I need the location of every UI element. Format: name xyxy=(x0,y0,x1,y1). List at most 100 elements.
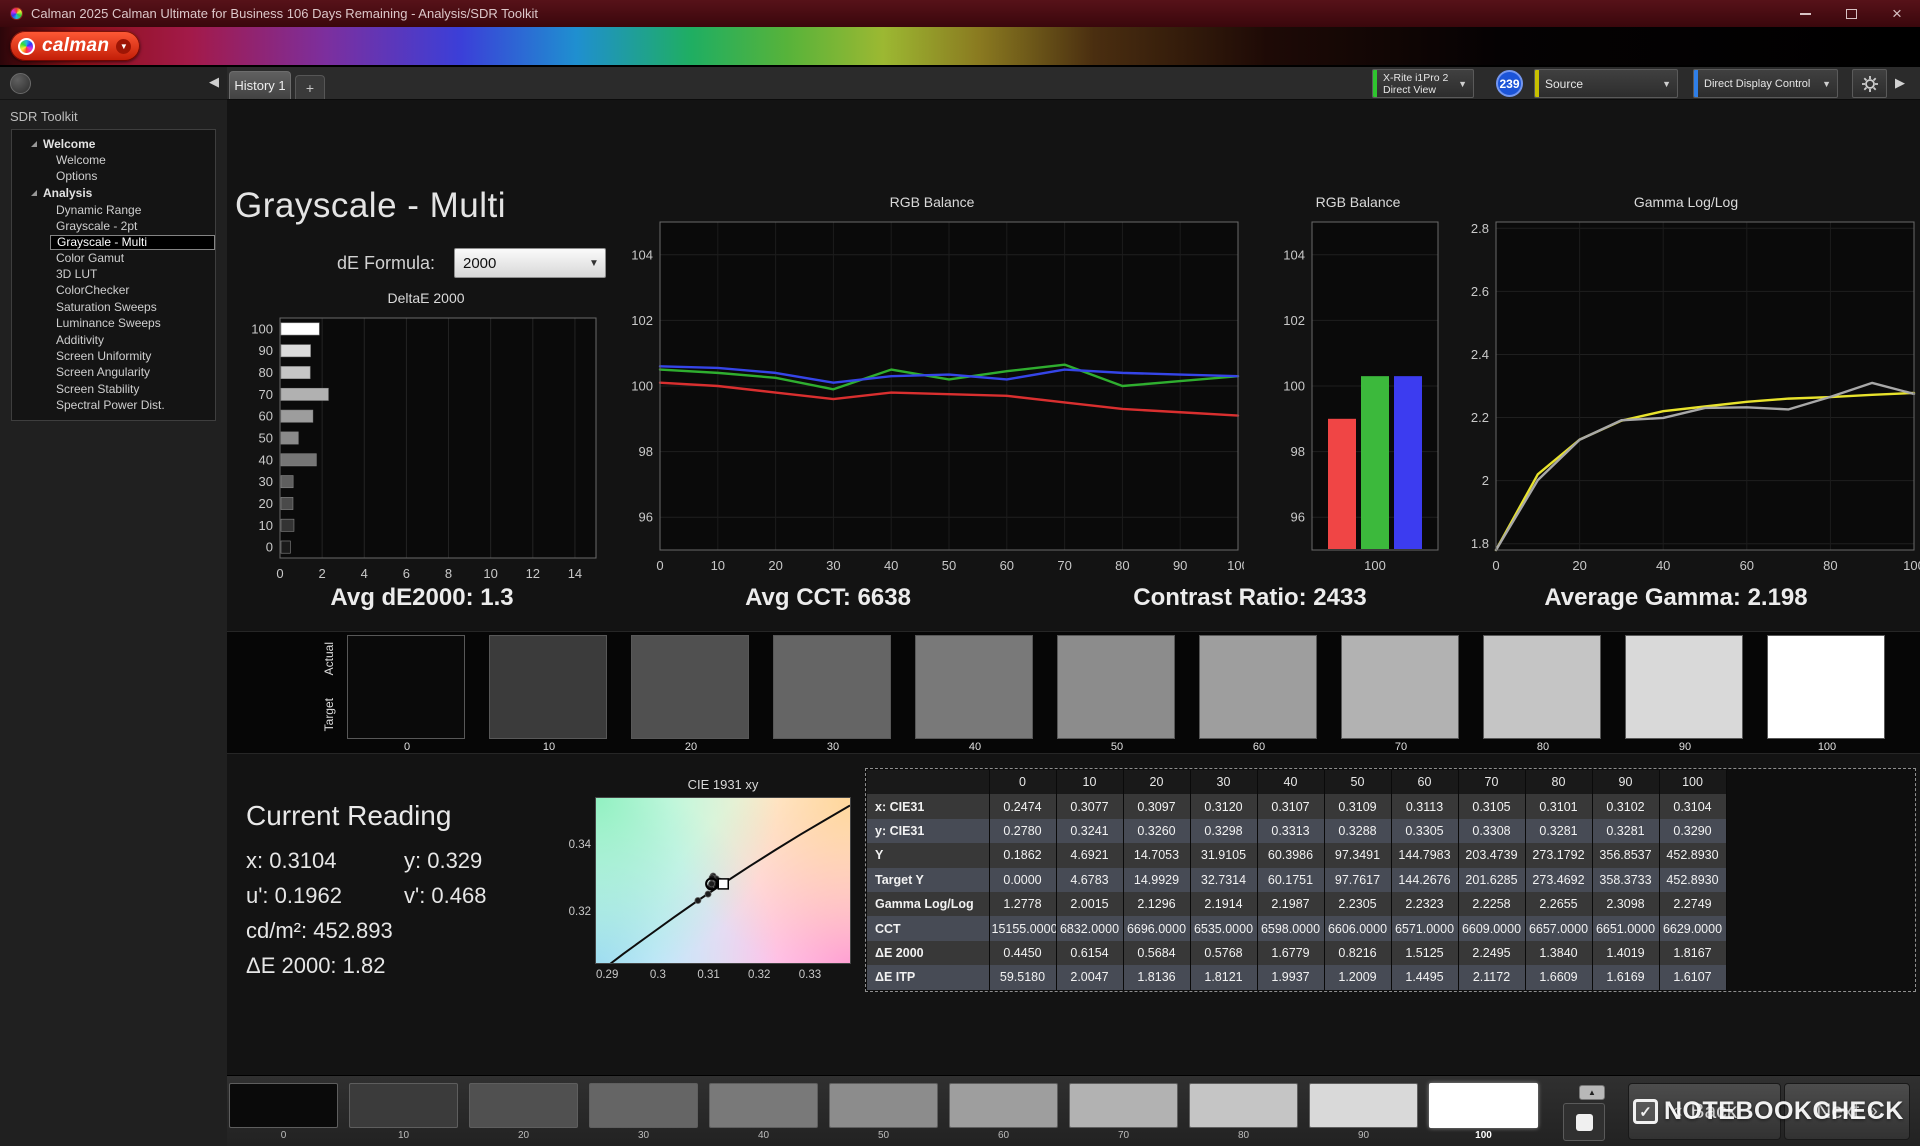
gray-patch-60[interactable] xyxy=(1199,635,1317,739)
gray-patch-100[interactable] xyxy=(1429,1083,1538,1128)
de-formula-select[interactable]: 2000 ▼ xyxy=(454,248,606,278)
meter-count-badge[interactable]: 239 xyxy=(1496,70,1523,97)
gray-patch-30[interactable] xyxy=(773,635,891,739)
column-header: 30 xyxy=(1190,770,1257,794)
gray-patch-label: 50 xyxy=(828,1130,939,1141)
display-control-label: Direct Display Control xyxy=(1698,78,1810,90)
sidebar-tree: WelcomeWelcomeOptionsAnalysisDynamic Ran… xyxy=(11,129,216,421)
cell: 203.4739 xyxy=(1458,843,1525,867)
tab-history-1[interactable]: History 1 xyxy=(229,71,291,99)
cell: 0.3281 xyxy=(1592,819,1659,843)
sidebar-item-color-gamut[interactable]: Color Gamut xyxy=(12,250,215,266)
sidebar-item-grayscale-multi[interactable]: Grayscale - Multi xyxy=(50,235,215,250)
patch-cell: 90 xyxy=(1308,1083,1419,1141)
sidebar-item-screen-stability[interactable]: Screen Stability xyxy=(12,381,215,397)
gray-patch-80[interactable] xyxy=(1483,635,1601,739)
cell: 6696.0000 xyxy=(1123,916,1190,940)
close-button[interactable]: × xyxy=(1874,0,1920,27)
svg-text:102: 102 xyxy=(1283,313,1305,328)
sidebar-item-luminance-sweeps[interactable]: Luminance Sweeps xyxy=(12,315,215,331)
gray-patch-90[interactable] xyxy=(1625,635,1743,739)
tree-group-welcome[interactable]: Welcome xyxy=(12,135,215,152)
svg-text:30: 30 xyxy=(826,558,840,573)
back-button[interactable]: « Back xyxy=(1628,1083,1781,1140)
gray-patch-40[interactable] xyxy=(915,635,1033,739)
page-title: Grayscale - Multi xyxy=(235,186,506,226)
sidebar-collapse-icon[interactable]: ◀ xyxy=(209,75,219,88)
expander-icon[interactable] xyxy=(31,141,37,147)
gray-patch-0[interactable] xyxy=(347,635,465,739)
cell: 59.5180 xyxy=(989,965,1056,989)
cell: 0.3288 xyxy=(1324,819,1391,843)
sidebar-item-options[interactable]: Options xyxy=(12,168,215,184)
chart-title: RGB Balance xyxy=(620,194,1244,216)
sidebar-item-grayscale-2pt[interactable]: Grayscale - 2pt xyxy=(12,218,215,234)
calman-logo-button[interactable]: calman ▼ xyxy=(10,31,140,61)
sidebar-item-dynamic-range[interactable]: Dynamic Range xyxy=(12,202,215,218)
gray-patch-label: 60 xyxy=(1199,741,1319,753)
cell: 14.7053 xyxy=(1123,843,1190,867)
gray-patch-50[interactable] xyxy=(829,1083,938,1128)
gray-patch-90[interactable] xyxy=(1309,1083,1418,1128)
panel-expand-icon[interactable]: ▶ xyxy=(1895,76,1905,89)
sidebar-item-screen-uniformity[interactable]: Screen Uniformity xyxy=(12,348,215,364)
sidebar-item-spectral-power-dist[interactable]: Spectral Power Dist. xyxy=(12,397,215,413)
cie-y-tick: 0.34 xyxy=(567,839,591,851)
patch-window-button[interactable] xyxy=(1563,1103,1605,1141)
minimize-button[interactable] xyxy=(1782,0,1828,27)
next-button[interactable]: Next » xyxy=(1784,1083,1910,1140)
sidebar-item-saturation-sweeps[interactable]: Saturation Sweeps xyxy=(12,299,215,315)
gray-patch-30[interactable] xyxy=(589,1083,698,1128)
svg-text:60: 60 xyxy=(259,409,273,424)
row-label: Target Y xyxy=(867,868,989,892)
cell: 0.3102 xyxy=(1592,794,1659,818)
cell: 144.7983 xyxy=(1391,843,1458,867)
patch-scroll-up-button[interactable]: ▲ xyxy=(1579,1085,1605,1100)
cie-x-tick: 0.33 xyxy=(799,969,821,981)
gray-patch-20[interactable] xyxy=(469,1083,578,1128)
cell: 0.4450 xyxy=(989,941,1056,965)
gray-patch-50[interactable] xyxy=(1057,635,1175,739)
svg-text:40: 40 xyxy=(259,452,273,467)
sidebar-item-welcome[interactable]: Welcome xyxy=(12,152,215,168)
gray-patch-60[interactable] xyxy=(949,1083,1058,1128)
de-formula-label: dE Formula: xyxy=(337,253,435,274)
patch-cell: 60 xyxy=(948,1083,1059,1141)
gray-patch-70[interactable] xyxy=(1069,1083,1178,1128)
sidebar-item-screen-angularity[interactable]: Screen Angularity xyxy=(12,364,215,380)
display-control-dropdown[interactable]: Direct Display Control ▼ xyxy=(1693,69,1838,98)
gray-patch-80[interactable] xyxy=(1189,1083,1298,1128)
gray-patch-0[interactable] xyxy=(229,1083,338,1128)
settings-button[interactable] xyxy=(1852,69,1887,98)
reading-u: u': 0.1962 xyxy=(246,884,404,907)
patch-cell: 80 xyxy=(1188,1083,1299,1141)
gray-patch-20[interactable] xyxy=(631,635,749,739)
sidebar-item-3d-lut[interactable]: 3D LUT xyxy=(12,266,215,282)
cell: 31.9105 xyxy=(1190,843,1257,867)
gray-patch-label: 40 xyxy=(708,1130,819,1141)
source-dropdown[interactable]: Source ▼ xyxy=(1534,69,1678,98)
logo-menu-caret-icon[interactable]: ▼ xyxy=(116,39,131,54)
gray-patch-label: 10 xyxy=(348,1130,459,1141)
sidebar-item-additivity[interactable]: Additivity xyxy=(12,332,215,348)
gray-patch-10[interactable] xyxy=(489,635,607,739)
cell: 0.3308 xyxy=(1458,819,1525,843)
gray-patch-100[interactable] xyxy=(1767,635,1885,739)
cell: 6598.0000 xyxy=(1257,916,1324,940)
cell: 6629.0000 xyxy=(1659,916,1726,940)
gray-patch-40[interactable] xyxy=(709,1083,818,1128)
sidebar-item-colorchecker[interactable]: ColorChecker xyxy=(12,282,215,298)
cell: 0.3120 xyxy=(1190,794,1257,818)
add-tab-button[interactable]: + xyxy=(295,75,325,99)
maximize-button[interactable] xyxy=(1828,0,1874,27)
tree-group-label: Analysis xyxy=(43,186,92,200)
meter-dropdown[interactable]: X-Rite i1Pro 2Direct View ▼ xyxy=(1372,69,1474,98)
gray-patch-70[interactable] xyxy=(1341,635,1459,739)
workflow-menu-button[interactable] xyxy=(10,73,31,94)
expander-icon[interactable] xyxy=(31,190,37,196)
tree-group-analysis[interactable]: Analysis xyxy=(12,185,215,202)
cell: 1.6779 xyxy=(1257,941,1324,965)
svg-text:0: 0 xyxy=(276,566,283,581)
gray-patch-10[interactable] xyxy=(349,1083,458,1128)
swatch-row: 0102030405060708090100 xyxy=(347,635,1887,753)
